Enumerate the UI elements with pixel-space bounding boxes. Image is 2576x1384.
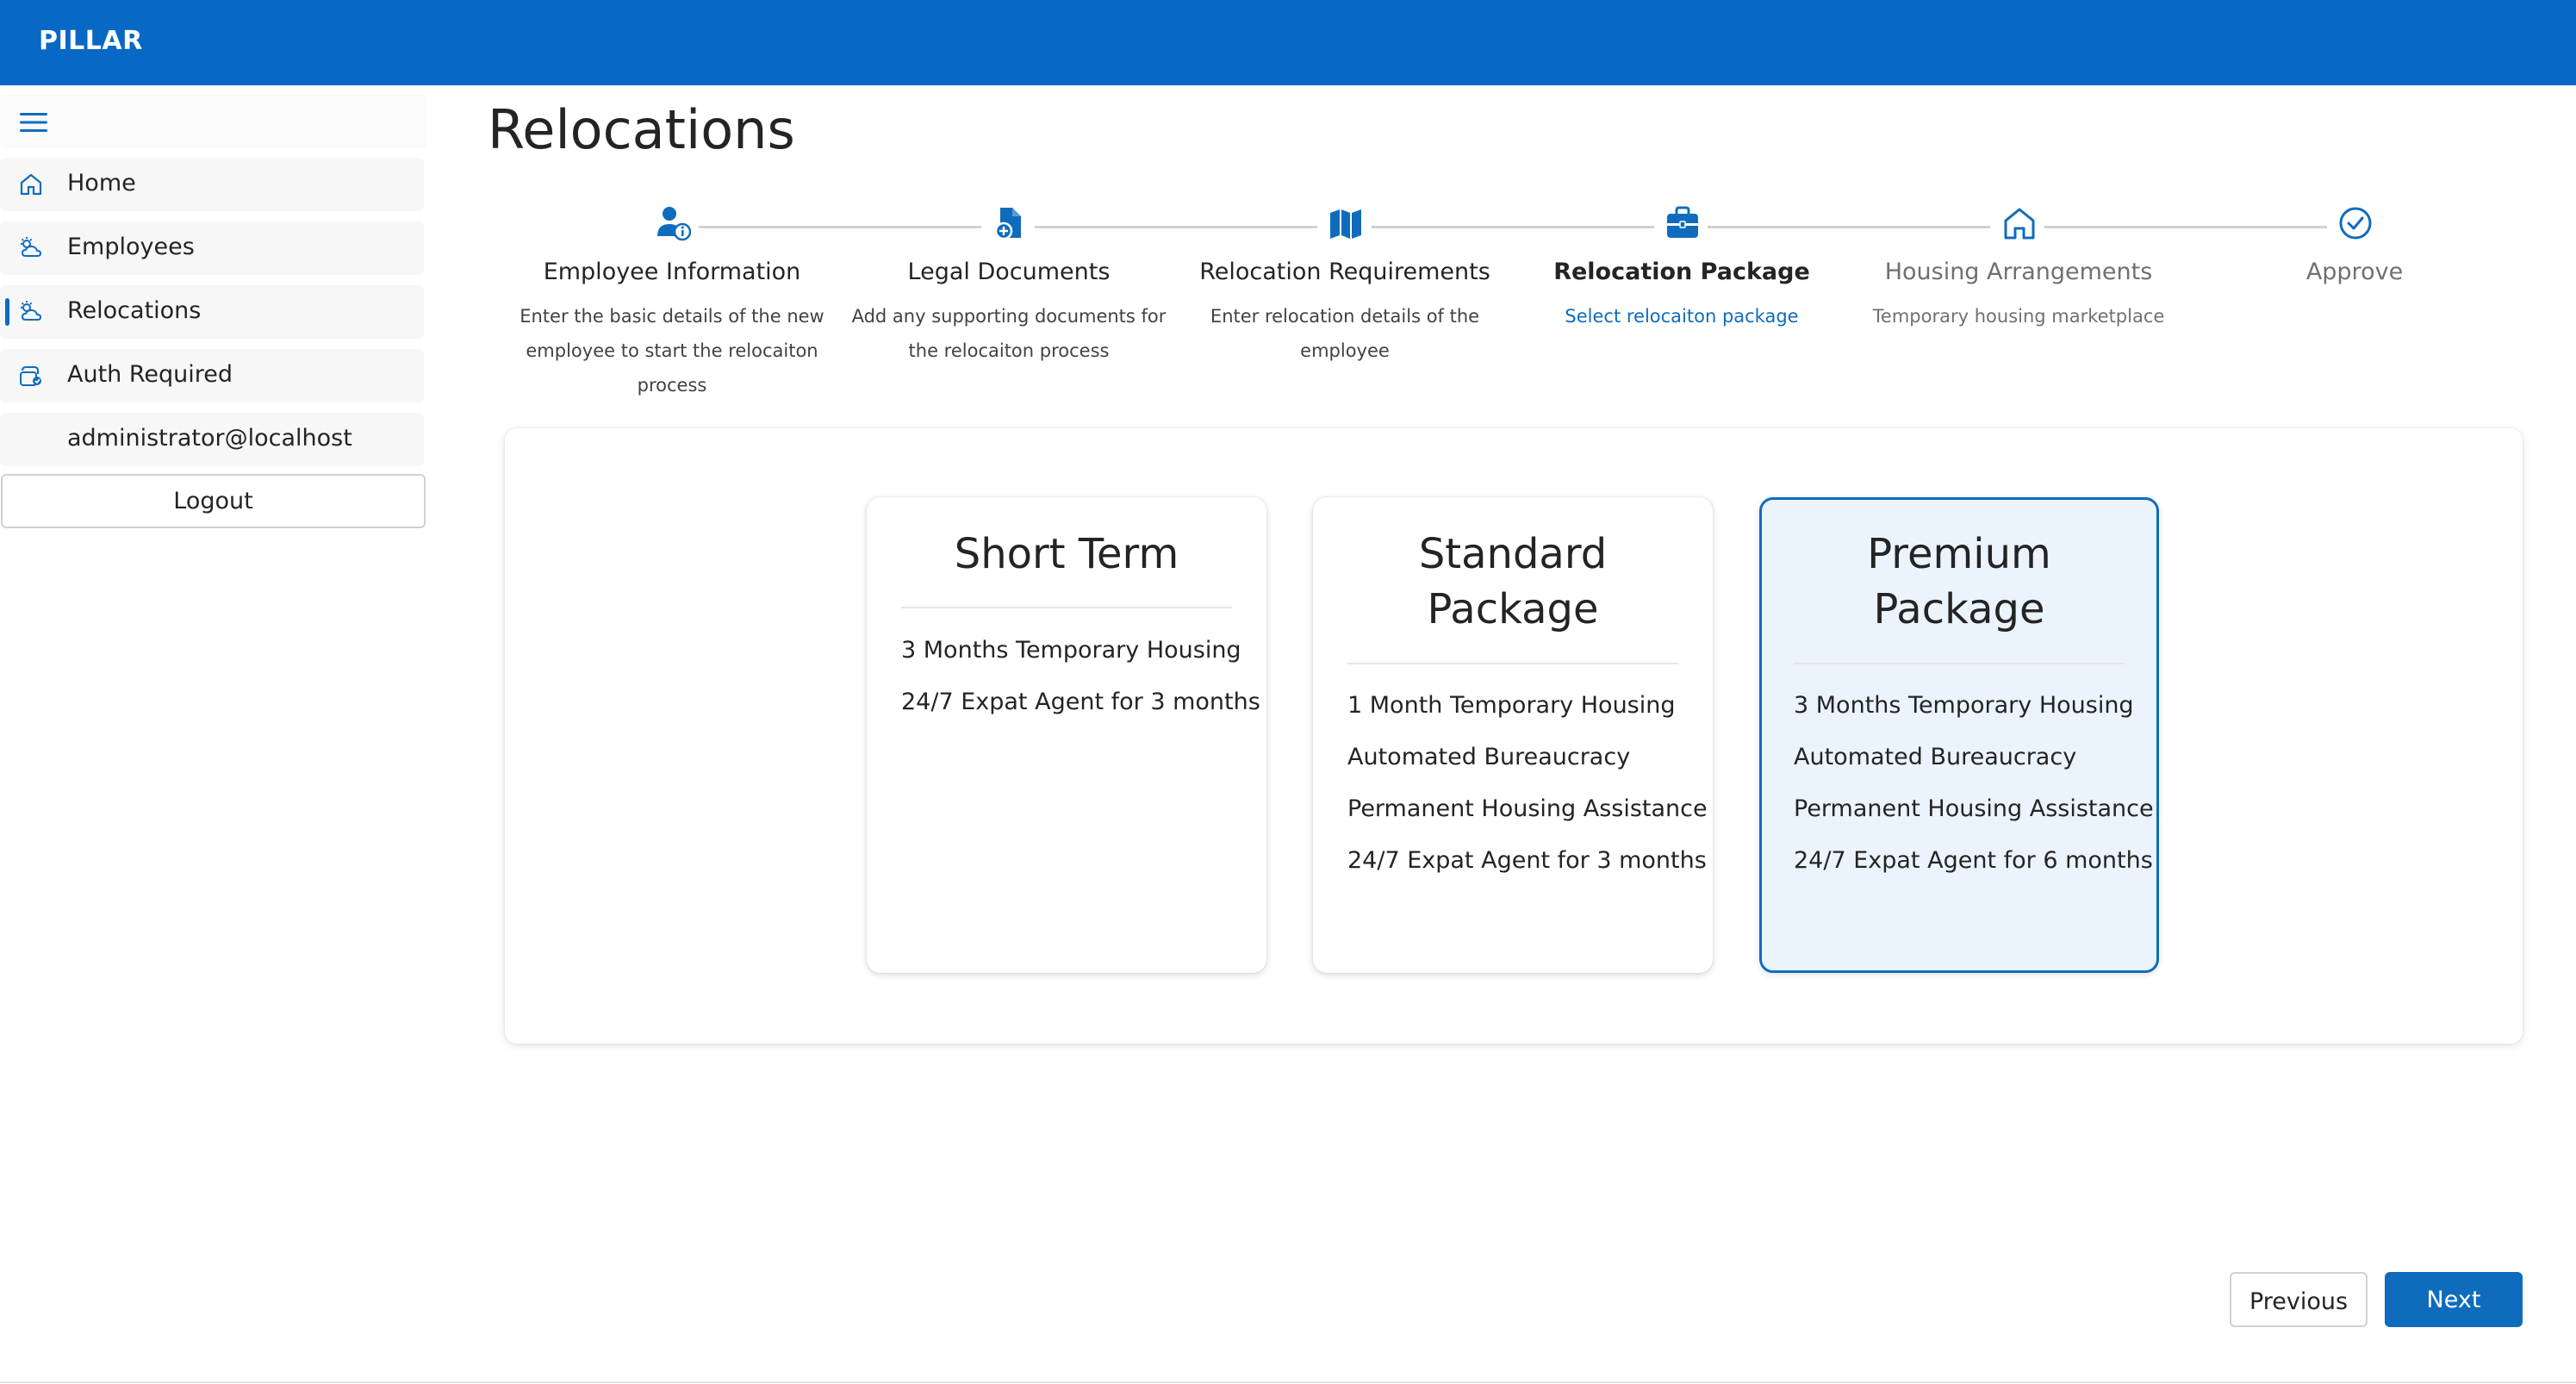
previous-button[interactable]: Previous — [2230, 1272, 2368, 1327]
package-features: 3 Months Temporary Housing 24/7 Expat Ag… — [901, 625, 1260, 728]
checkmark-circle-icon — [2339, 207, 2372, 240]
sidebar-item-label: Relocations — [67, 297, 202, 324]
stepper-connector — [1372, 226, 1654, 228]
home-icon — [20, 173, 42, 196]
package-panel: Short Term 3 Months Temporary Housing 24… — [505, 428, 2523, 1044]
sidebar-item-user[interactable]: administrator@localhost — [0, 413, 424, 466]
brand-logo[interactable]: PILLAR — [39, 26, 143, 56]
step-description: Add any supporting documents for the rel… — [851, 306, 1167, 361]
package-feature: Automated Bureaucracy — [1794, 744, 2077, 770]
sidebar-item-label: Auth Required — [67, 361, 233, 388]
package-feature: Automated Bureaucracy — [1347, 744, 1631, 770]
weather-icon — [21, 301, 41, 321]
user-email: administrator@localhost — [67, 425, 352, 452]
card-divider — [1347, 663, 1678, 664]
top-bar: PILLAR — [0, 0, 2576, 85]
package-title: Standard Package — [1418, 530, 1608, 633]
package-feature: 24/7 Expat Agent for 3 months — [1347, 847, 1707, 874]
package-feature: 24/7 Expat Agent for 3 months — [901, 689, 1260, 715]
stepper-connector — [699, 226, 981, 228]
sidebar-item-relocations[interactable]: Relocations — [0, 285, 424, 339]
map-icon — [1330, 209, 1361, 239]
card-divider — [901, 607, 1232, 608]
hamburger-button[interactable] — [0, 95, 427, 148]
package-feature: Permanent Housing Assistance — [1347, 795, 1708, 822]
step-description: Temporary housing marketplace — [1872, 306, 2165, 327]
package-card-short-term[interactable]: Short Term 3 Months Temporary Housing 24… — [867, 497, 1266, 973]
package-features: 1 Month Temporary Housing Automated Bure… — [1347, 680, 1708, 887]
person-info-icon — [657, 207, 691, 241]
step-title: Relocation Package — [1553, 259, 1810, 285]
package-features: 3 Months Temporary Housing Automated Bur… — [1794, 680, 2154, 887]
sidebar-item-home[interactable]: Home — [0, 158, 424, 211]
document-add-icon — [994, 208, 1021, 240]
page-title: Relocations — [488, 98, 795, 161]
package-card-premium[interactable]: Premium Package 3 Months Temporary Housi… — [1759, 497, 2159, 973]
sidebar-item-label: Employees — [67, 234, 195, 260]
logout-button[interactable]: Logout — [1, 474, 426, 528]
stepper-connector — [2044, 226, 2327, 228]
auth-icon — [20, 366, 41, 386]
step-description: Select relocaiton package — [1565, 306, 1799, 327]
package-feature: 1 Month Temporary Housing — [1347, 692, 1676, 719]
step-title: Housing Arrangements — [1884, 259, 2153, 285]
active-indicator — [5, 298, 9, 326]
card-divider — [1794, 663, 2125, 664]
stepper-connector — [1708, 226, 1990, 228]
package-feature: 3 Months Temporary Housing — [1794, 692, 2134, 719]
step-description: Enter relocation details of the employee — [1210, 306, 1480, 361]
stepper-connector — [1035, 226, 1317, 228]
package-feature: 3 Months Temporary Housing — [901, 637, 1241, 664]
step-title: Approve — [2305, 259, 2404, 285]
step-title: Relocation Requirements — [1199, 259, 1490, 285]
sidebar-item-auth-required[interactable]: Auth Required — [0, 349, 424, 402]
package-feature: Permanent Housing Assistance — [1794, 795, 2154, 822]
briefcase-icon — [1667, 206, 1698, 238]
hamburger-icon — [20, 113, 47, 132]
step-title: Employee Information — [543, 259, 801, 285]
sidebar-item-label: Home — [67, 170, 136, 196]
sidebar-item-employees[interactable]: Employees — [0, 221, 424, 275]
package-title: Premium Package — [1867, 530, 2051, 633]
home-icon — [2004, 208, 2035, 240]
step-description: Enter the basic details of the new emplo… — [520, 306, 824, 396]
step-title: Legal Documents — [907, 259, 1111, 285]
package-title: Short Term — [954, 530, 1179, 578]
footer-divider — [0, 1381, 2576, 1383]
package-card-standard[interactable]: Standard Package 1 Month Temporary Housi… — [1313, 497, 1713, 973]
next-button[interactable]: Next — [2385, 1272, 2523, 1327]
weather-icon — [21, 237, 41, 257]
package-feature: 24/7 Expat Agent for 6 months — [1794, 847, 2153, 874]
